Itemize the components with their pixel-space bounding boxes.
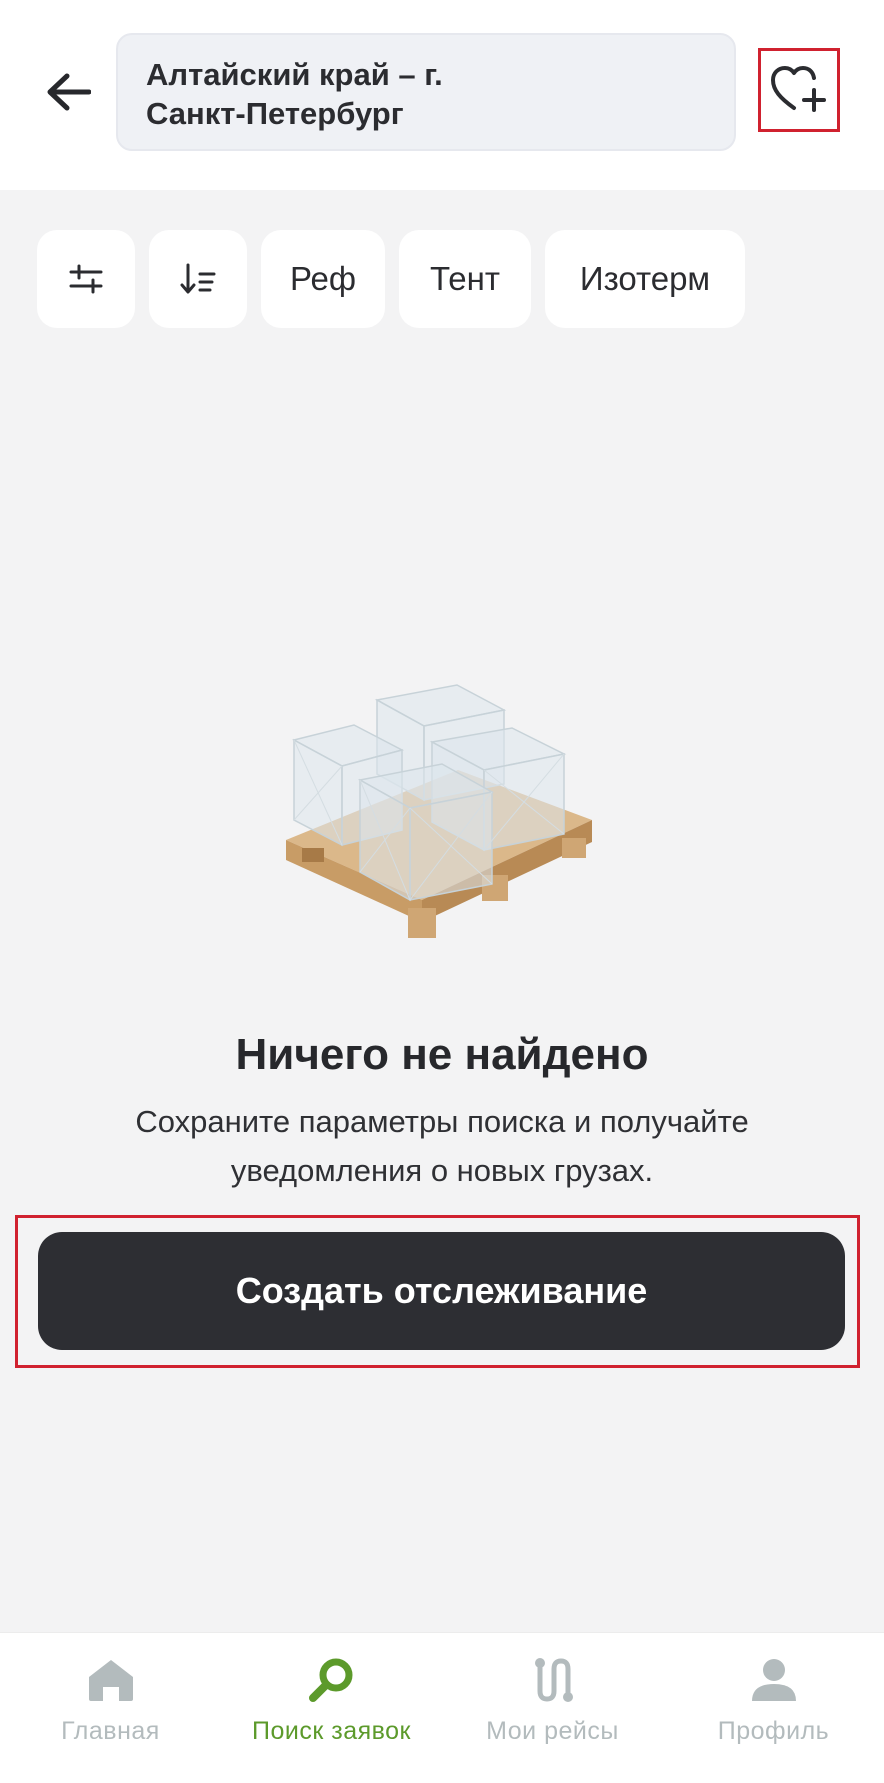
filter-chips-row: Реф Тент Изотерм bbox=[37, 230, 745, 330]
route-origin-text: Алтайский край – г. bbox=[146, 57, 443, 92]
arrow-left-icon bbox=[47, 73, 91, 111]
sliders-icon bbox=[69, 264, 103, 294]
bottom-navigation: Главная Поиск заявок Мои рейсы Профиль bbox=[0, 1632, 884, 1783]
nav-label-search: Поиск заявок bbox=[252, 1717, 411, 1745]
home-icon bbox=[88, 1660, 133, 1701]
route-icon bbox=[534, 1658, 573, 1702]
chip-ref[interactable]: Реф bbox=[261, 230, 385, 328]
nav-item-search[interactable]: Поиск заявок bbox=[221, 1633, 442, 1783]
sort-button[interactable] bbox=[149, 230, 247, 328]
top-bar: Алтайский край – г. Санкт-Петербург bbox=[0, 0, 884, 190]
filters-button[interactable] bbox=[37, 230, 135, 328]
route-destination-text: Санкт-Петербург bbox=[146, 96, 404, 131]
empty-state-description: Сохраните параметры поиска и получайте у… bbox=[60, 1097, 824, 1195]
route-search-field[interactable]: Алтайский край – г. Санкт-Петербург bbox=[116, 33, 736, 151]
nav-item-trips[interactable]: Мои рейсы bbox=[442, 1633, 663, 1783]
nav-label-home: Главная bbox=[61, 1717, 160, 1745]
nav-item-home[interactable]: Главная bbox=[0, 1633, 221, 1783]
heart-plus-icon bbox=[771, 66, 826, 112]
nav-item-profile[interactable]: Профиль bbox=[663, 1633, 884, 1783]
create-tracking-button[interactable]: Создать отслеживание bbox=[38, 1232, 845, 1350]
chip-isotherm[interactable]: Изотерм bbox=[545, 230, 745, 328]
empty-state-desc-line2: уведомления о новых грузах. bbox=[230, 1153, 654, 1188]
sort-icon bbox=[180, 263, 216, 294]
nav-label-trips: Мои рейсы bbox=[486, 1717, 619, 1745]
search-icon bbox=[308, 1658, 352, 1702]
add-favorite-button[interactable] bbox=[758, 48, 840, 132]
nav-label-profile: Профиль bbox=[717, 1717, 830, 1745]
empty-state-desc-line1: Сохраните параметры поиска и получайте bbox=[135, 1104, 749, 1139]
pallet-boxes-illustration bbox=[282, 680, 602, 950]
chip-tent[interactable]: Тент bbox=[399, 230, 531, 328]
empty-state-title: Ничего не найдено bbox=[235, 1030, 649, 1079]
back-button[interactable] bbox=[38, 62, 98, 122]
user-icon bbox=[751, 1659, 796, 1701]
